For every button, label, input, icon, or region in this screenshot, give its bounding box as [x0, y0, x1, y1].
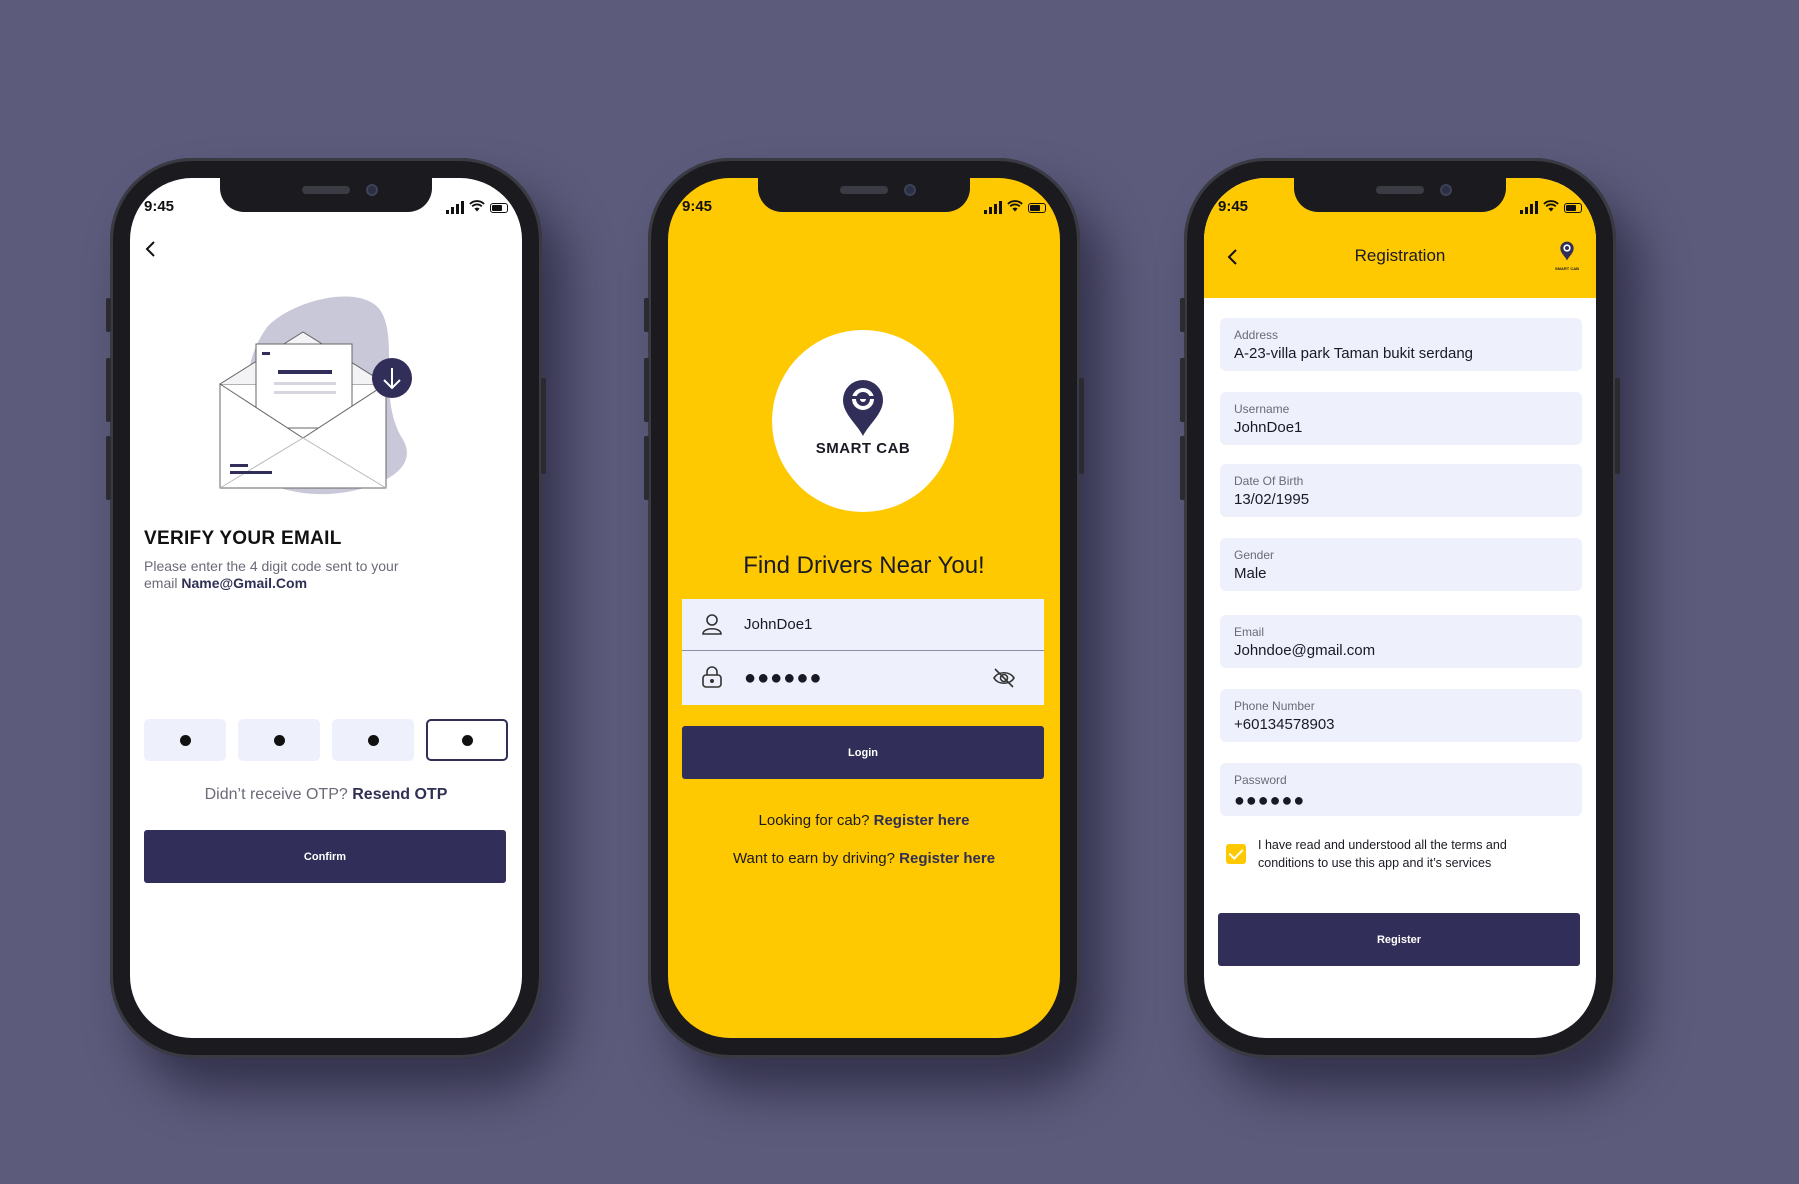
- field-label: Gender: [1234, 548, 1275, 562]
- date-of-birth-field[interactable]: Date Of Birth 13/02/1995: [1220, 464, 1582, 517]
- address-field[interactable]: Address A-23-villa park Taman bukit serd…: [1220, 318, 1582, 371]
- otp-digit-3[interactable]: [332, 719, 414, 761]
- battery-icon: [1564, 203, 1582, 213]
- cab-register-text: Looking for cab? Register here: [758, 812, 970, 829]
- password-field[interactable]: Password ●●●●●●: [1220, 763, 1582, 816]
- battery-icon: [490, 203, 508, 213]
- field-value: Johndoe@gmail.com: [1234, 642, 1376, 659]
- field-label: Email: [1234, 625, 1265, 639]
- otp-digit-1[interactable]: [144, 719, 226, 761]
- login-form: JohnDoe1 ●●●●●●: [682, 599, 1044, 705]
- terms-agreement: I have read and understood all the terms…: [1226, 836, 1548, 872]
- field-value: A-23-villa park Taman bukit serdang: [1234, 345, 1474, 362]
- wifi-icon: [1007, 199, 1023, 214]
- username-field[interactable]: Username JohnDoe1: [1220, 392, 1582, 445]
- smart-cab-logo: SMART CAB: [772, 330, 954, 512]
- status-time: 9:45: [1218, 198, 1249, 215]
- wifi-icon: [1543, 199, 1559, 214]
- screen-registration: 9:45 Registration SMART CAB Address A-23…: [1204, 178, 1596, 1038]
- mini-logo-text: SMART CAB: [1555, 266, 1579, 271]
- password-value: ●●●●●●: [744, 666, 823, 689]
- field-label: Date Of Birth: [1234, 474, 1304, 488]
- verify-description: Please enter the 4 digit code sent to yo…: [144, 558, 399, 591]
- screen-login: 9:45 SMART CAB Find Drivers Near You! Jo…: [668, 178, 1060, 1038]
- field-value: Male: [1234, 565, 1267, 582]
- resend-otp-link[interactable]: Resend OTP: [352, 786, 447, 803]
- field-value: 13/02/1995: [1234, 491, 1310, 508]
- smart-cab-mini-logo: SMART CAB: [1552, 241, 1582, 271]
- page-title: Registration: [1354, 246, 1446, 265]
- map-pin-steering-icon: [843, 380, 883, 436]
- field-label: Address: [1234, 328, 1279, 342]
- field-label: Password: [1234, 773, 1287, 787]
- eye-off-icon[interactable]: [992, 667, 1016, 689]
- back-chevron-icon[interactable]: [144, 240, 158, 263]
- email-address: Name@Gmail.Com: [181, 575, 308, 591]
- confirm-button[interactable]: Confirm: [144, 830, 506, 883]
- otp-input-group: [144, 719, 508, 761]
- screen-verify: 9:45 VERIFY YOUR EMAIL Please enter the …: [130, 178, 522, 1038]
- signal-icon: [984, 201, 1002, 214]
- status-bar: 9:45: [1218, 198, 1582, 216]
- terms-text: I have read and understood all the terms…: [1258, 838, 1507, 870]
- field-value: JohnDoe1: [1234, 419, 1303, 436]
- page-title: Find Drivers Near You!: [743, 552, 985, 579]
- resend-otp-text: Didn’t receive OTP? Resend OTP: [204, 786, 448, 803]
- email-field[interactable]: Email Johndoe@gmail.com: [1220, 615, 1582, 668]
- logo-text: SMART CAB: [815, 440, 911, 457]
- phone-login: 9:45 SMART CAB Find Drivers Near You! Jo…: [644, 158, 1084, 1058]
- terms-checkbox[interactable]: [1226, 844, 1246, 864]
- otp-digit-2[interactable]: [238, 719, 320, 761]
- field-label: Username: [1234, 402, 1290, 416]
- register-button[interactable]: Register: [1218, 913, 1580, 966]
- field-value: ●●●●●●: [1234, 790, 1306, 810]
- battery-icon: [1028, 203, 1046, 213]
- gender-field[interactable]: Gender Male: [1220, 538, 1582, 591]
- map-pin-steering-icon: [1560, 241, 1574, 261]
- username-value: JohnDoe1: [744, 616, 813, 633]
- signal-icon: [446, 201, 464, 214]
- phone-registration: 9:45 Registration SMART CAB Address A-23…: [1180, 158, 1620, 1058]
- username-field[interactable]: JohnDoe1: [682, 599, 1044, 651]
- phone-verify-email: 9:45 VERIFY YOUR EMAIL Please enter the …: [106, 158, 546, 1058]
- status-bar: 9:45: [682, 198, 1046, 216]
- status-bar: 9:45: [144, 198, 508, 216]
- lock-icon: [702, 666, 722, 688]
- otp-digit-4[interactable]: [426, 719, 508, 761]
- password-field[interactable]: ●●●●●●: [682, 652, 1044, 704]
- user-icon: [702, 614, 722, 635]
- status-time: 9:45: [144, 198, 175, 215]
- driver-register-link[interactable]: Register here: [899, 850, 995, 867]
- signal-icon: [1520, 201, 1538, 214]
- page-title: VERIFY YOUR EMAIL: [144, 528, 342, 549]
- phone-number-field[interactable]: Phone Number +60134578903: [1220, 689, 1582, 742]
- status-time: 9:45: [682, 198, 713, 215]
- field-value: +60134578903: [1234, 716, 1335, 733]
- field-label: Phone Number: [1234, 699, 1315, 713]
- cab-register-link[interactable]: Register here: [874, 812, 970, 829]
- email-illustration: [219, 296, 412, 495]
- driver-register-text: Want to earn by driving? Register here: [732, 850, 996, 867]
- wifi-icon: [469, 199, 485, 214]
- login-button[interactable]: Login: [682, 726, 1044, 779]
